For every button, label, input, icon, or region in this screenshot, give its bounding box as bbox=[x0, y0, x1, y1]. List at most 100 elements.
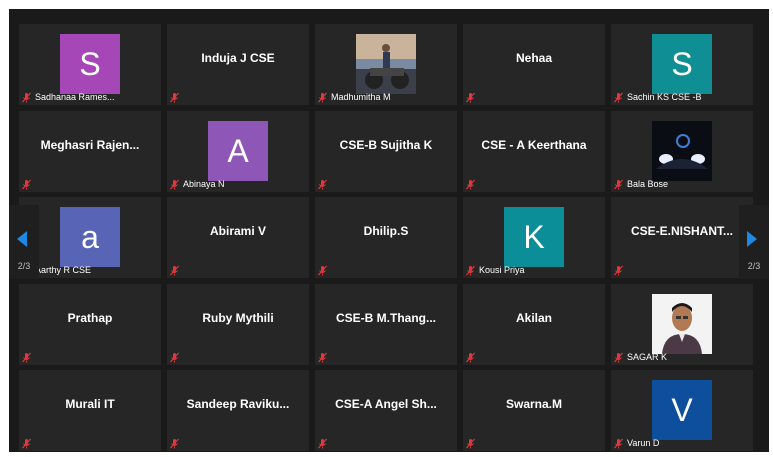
participant-name: SAGAR K bbox=[627, 352, 668, 362]
participant-name: Varun D bbox=[627, 438, 660, 448]
muted-mic-icon bbox=[614, 438, 623, 448]
participant-tile[interactable]: Madhumitha M bbox=[315, 24, 457, 105]
participant-footer bbox=[465, 437, 603, 449]
participant-tile[interactable]: Murali IT bbox=[19, 370, 161, 451]
participant-photo bbox=[652, 121, 712, 181]
participant-tile[interactable]: CSE - A Keerthana bbox=[463, 111, 605, 192]
participant-avatar: S bbox=[60, 34, 120, 94]
participant-avatar: V bbox=[652, 380, 712, 440]
muted-mic-icon bbox=[170, 265, 179, 275]
chevron-right-icon bbox=[747, 231, 757, 247]
participant-name: Meghasri Rajen... bbox=[40, 137, 140, 152]
participant-footer bbox=[169, 437, 307, 449]
participant-tile[interactable]: Akilan bbox=[463, 284, 605, 365]
participant-name: Sandeep Raviku... bbox=[186, 396, 290, 411]
participant-tile[interactable]: Abirami V bbox=[167, 197, 309, 278]
participant-name: Induja J CSE bbox=[201, 50, 275, 65]
participant-footer bbox=[169, 264, 307, 276]
participant-tile[interactable]: Ruby Mythili bbox=[167, 284, 309, 365]
participant-tile[interactable]: a Aarthy R CSE bbox=[19, 197, 161, 278]
participant-name: Abinaya N bbox=[183, 179, 225, 189]
participant-tile[interactable]: A Abinaya N bbox=[167, 111, 309, 192]
muted-mic-icon bbox=[318, 352, 327, 362]
participant-footer bbox=[317, 178, 455, 190]
muted-mic-icon bbox=[170, 352, 179, 362]
participant-tile[interactable]: Bala Bose bbox=[611, 111, 753, 192]
participant-name: CSE-B Sujitha K bbox=[339, 137, 433, 152]
participant-footer bbox=[169, 351, 307, 363]
participant-footer bbox=[169, 91, 307, 103]
participant-footer: Varun D bbox=[613, 437, 751, 449]
participant-name: Nehaa bbox=[515, 50, 553, 65]
participant-name: Ruby Mythili bbox=[202, 310, 274, 325]
participant-name: Dhilip.S bbox=[363, 223, 409, 238]
participant-footer bbox=[465, 91, 603, 103]
participant-tile[interactable]: CSE-A Angel Sh... bbox=[315, 370, 457, 451]
participant-tile[interactable]: CSE-E.NISHANT... bbox=[611, 197, 753, 278]
muted-mic-icon bbox=[614, 92, 623, 102]
participant-name: Prathap bbox=[67, 310, 113, 325]
participant-tile[interactable]: Swarna.M bbox=[463, 370, 605, 451]
participant-name: CSE-B M.Thang... bbox=[336, 310, 436, 325]
prev-page-button[interactable]: 2/3 bbox=[9, 205, 39, 279]
participant-name: CSE-E.NISHANT... bbox=[630, 223, 733, 238]
muted-mic-icon bbox=[318, 92, 327, 102]
participant-photo bbox=[652, 294, 712, 354]
muted-mic-icon bbox=[614, 265, 623, 275]
participant-tile[interactable]: Induja J CSE bbox=[167, 24, 309, 105]
participant-name: Bala Bose bbox=[627, 179, 669, 189]
participant-avatar: a bbox=[60, 207, 120, 267]
participant-tile[interactable]: Sandeep Raviku... bbox=[167, 370, 309, 451]
participant-name: Sadhanaa Rames... bbox=[35, 92, 115, 102]
participant-tile[interactable]: K Kousi Priya bbox=[463, 197, 605, 278]
participant-footer: Madhumitha M bbox=[317, 91, 455, 103]
participant-tile[interactable]: Prathap bbox=[19, 284, 161, 365]
participant-footer bbox=[317, 264, 455, 276]
muted-mic-icon bbox=[614, 179, 623, 189]
participant-tile[interactable]: Nehaa bbox=[463, 24, 605, 105]
muted-mic-icon bbox=[466, 265, 475, 275]
participant-footer bbox=[21, 351, 159, 363]
participant-footer: Bala Bose bbox=[613, 178, 751, 190]
participant-name: Madhumitha M bbox=[331, 92, 391, 102]
participant-tile[interactable]: CSE-B Sujitha K bbox=[315, 111, 457, 192]
participant-tile[interactable]: CSE-B M.Thang... bbox=[315, 284, 457, 365]
participant-footer bbox=[465, 351, 603, 363]
participant-footer: Kousi Priya bbox=[465, 264, 603, 276]
chevron-left-icon bbox=[17, 231, 27, 247]
muted-mic-icon bbox=[466, 438, 475, 448]
participant-tile[interactable]: S Sadhanaa Rames... bbox=[19, 24, 161, 105]
participant-footer bbox=[613, 264, 751, 276]
muted-mic-icon bbox=[318, 265, 327, 275]
participant-tile[interactable]: V Varun D bbox=[611, 370, 753, 451]
participant-footer: SAGAR K bbox=[613, 351, 751, 363]
gallery-view: S Sadhanaa Rames... Induja J CSE Madhumitha… bbox=[9, 9, 769, 452]
muted-mic-icon bbox=[170, 438, 179, 448]
participant-footer: Sachin KS CSE -B bbox=[613, 91, 751, 103]
participant-avatar: K bbox=[504, 207, 564, 267]
participant-name: Murali IT bbox=[65, 396, 115, 411]
participant-tile[interactable]: SAGAR K bbox=[611, 284, 753, 365]
participant-tile[interactable]: S Sachin KS CSE -B bbox=[611, 24, 753, 105]
participant-name: Sachin KS CSE -B bbox=[627, 92, 702, 102]
page-indicator-left: 2/3 bbox=[17, 261, 31, 271]
participant-name: CSE-A Angel Sh... bbox=[335, 396, 437, 411]
participant-photo bbox=[356, 34, 416, 94]
participant-avatar: A bbox=[208, 121, 268, 181]
participant-name: Akilan bbox=[515, 310, 552, 325]
participant-name: Aarthy R CSE bbox=[35, 265, 92, 275]
participant-name: Kousi Priya bbox=[479, 265, 525, 275]
muted-mic-icon bbox=[318, 438, 327, 448]
participant-footer bbox=[21, 178, 159, 190]
participant-footer bbox=[465, 178, 603, 190]
page-indicator-right: 2/3 bbox=[747, 261, 761, 271]
participant-footer: Sadhanaa Rames... bbox=[21, 91, 159, 103]
participant-name: CSE - A Keerthana bbox=[481, 137, 587, 152]
next-page-button[interactable]: 2/3 bbox=[739, 205, 769, 279]
muted-mic-icon bbox=[466, 179, 475, 189]
participant-footer bbox=[21, 437, 159, 449]
participant-footer: Aarthy R CSE bbox=[21, 264, 159, 276]
muted-mic-icon bbox=[22, 352, 31, 362]
participant-tile[interactable]: Meghasri Rajen... bbox=[19, 111, 161, 192]
participant-tile[interactable]: Dhilip.S bbox=[315, 197, 457, 278]
